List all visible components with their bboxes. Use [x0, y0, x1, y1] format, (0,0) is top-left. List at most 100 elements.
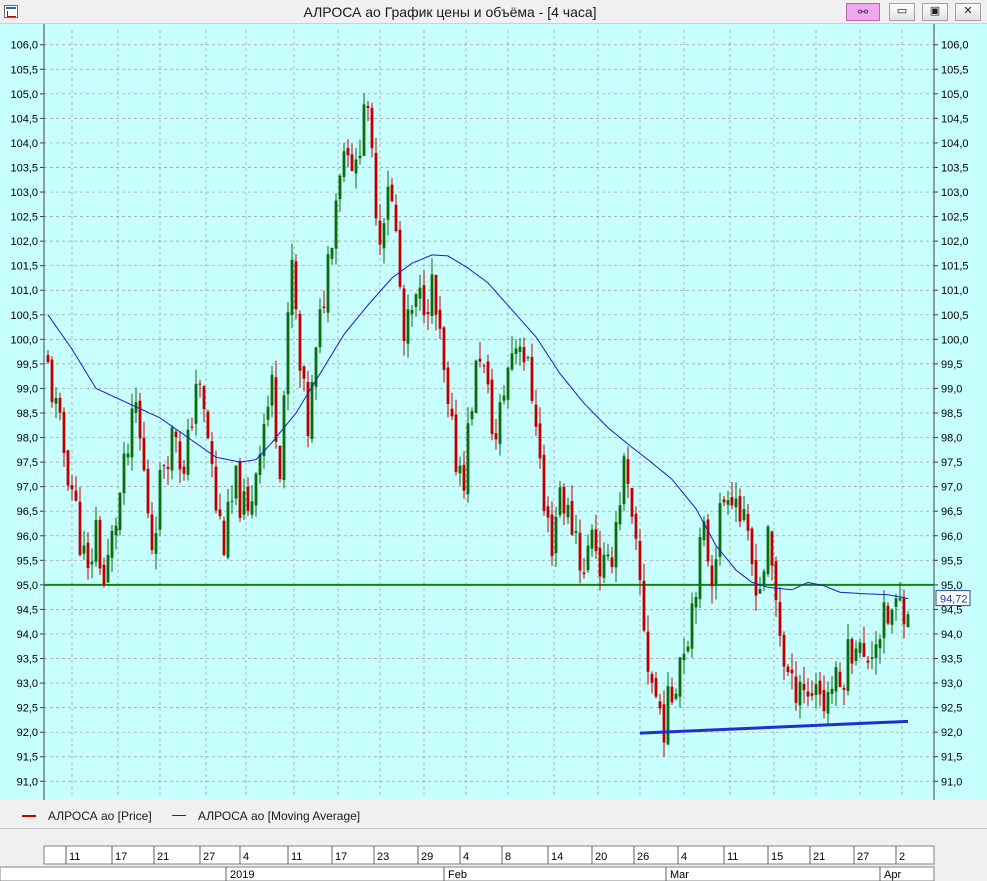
candle-body-19	[122, 453, 126, 494]
x-day-tick-label-2: 21	[157, 851, 169, 863]
candle-body-136	[590, 529, 594, 549]
candle-body-146	[630, 487, 634, 517]
candle-body-170	[726, 500, 730, 505]
candle-body-72	[334, 200, 338, 249]
y-tick-label-left-28: 105,0	[10, 89, 38, 101]
y-tick-label-right-2: 92,0	[941, 727, 962, 739]
candle-body-1	[50, 359, 54, 403]
candle-body-27	[154, 533, 158, 554]
restore-button[interactable]: ▣	[922, 3, 948, 21]
candle-body-179	[762, 571, 766, 585]
candle-body-176	[750, 528, 754, 565]
candle-body-129	[562, 486, 566, 514]
x-month-label-0: 2019	[230, 869, 254, 881]
y-tick-label-left-15: 98,5	[17, 408, 38, 420]
y-tick-label-left-7: 94,5	[17, 604, 38, 616]
y-tick-label-right-20: 101,0	[941, 285, 969, 297]
candle-body-182	[774, 561, 778, 601]
y-tick-label-left-22: 102,0	[10, 236, 38, 248]
y-tick-label-right-4: 93,0	[941, 678, 962, 690]
candle-body-205	[866, 660, 870, 663]
y-tick-label-left-3: 92,5	[17, 703, 38, 715]
candle-body-147	[634, 513, 638, 539]
y-tick-label-left-17: 99,5	[17, 359, 38, 371]
close-button[interactable]: ✕	[955, 3, 981, 21]
candle-body-64	[302, 366, 306, 379]
candle-body-155	[666, 686, 670, 745]
price-chart-area[interactable]: 91,0 91,5 92,0 92,5 93,0 93,5 94,0 94,5 95,0 95,5…	[0, 24, 987, 800]
candle-body-95	[426, 312, 430, 315]
candle-body-106	[470, 411, 474, 420]
y-tick-label-left-6: 94,0	[17, 629, 38, 641]
candle-body-131	[570, 500, 574, 535]
candle-body-169	[722, 499, 726, 503]
y-tick-label-right-26: 104,0	[941, 138, 969, 150]
candle-body-66	[310, 382, 314, 440]
candle-body-214	[902, 597, 906, 625]
candle-body-116	[510, 353, 514, 370]
minimize-button[interactable]: ▭	[889, 3, 915, 21]
candle-body-128	[558, 487, 562, 516]
link-button[interactable]: ⚯	[846, 3, 880, 21]
candle-body-38	[198, 383, 202, 385]
x-day-tick-label-0: 11	[69, 851, 80, 863]
candle-body-195	[826, 692, 830, 714]
y-tick-label-left-23: 102,5	[10, 212, 38, 224]
candle-body-32	[174, 431, 178, 438]
x-day-tick-label-4: 4	[243, 851, 249, 863]
candle-body-203	[858, 642, 862, 653]
candle-body-65	[306, 382, 310, 437]
candle-body-196	[830, 688, 834, 694]
candle-body-53	[258, 454, 262, 475]
candle-body-173	[738, 496, 742, 522]
legend-item-price[interactable]: АЛРОСА ао [Price]	[22, 809, 152, 823]
candle-body-47	[234, 465, 238, 499]
candle-body-159	[682, 653, 686, 661]
x-month-label-2: Mar	[670, 869, 689, 881]
candle-body-8	[78, 501, 82, 556]
candle-body-98	[438, 309, 442, 329]
candle-body-84	[382, 223, 386, 249]
candle-body-119	[522, 347, 526, 363]
trendline-group[interactable]	[639, 719, 909, 735]
candle-body-6	[70, 485, 74, 490]
candle-body-11	[90, 561, 94, 565]
y-tick-label-right-28: 105,0	[941, 89, 969, 101]
candle-body-92	[414, 294, 418, 307]
candle-body-166	[710, 565, 714, 587]
candle-body-78	[358, 155, 362, 159]
candle-body-101	[450, 408, 454, 417]
candle-body-39	[202, 386, 206, 410]
x-month-label-3: Apr	[884, 869, 901, 881]
candle-body-110	[486, 361, 490, 385]
x-day-tick-label-1: 17	[115, 851, 127, 863]
candle-body-80	[366, 105, 370, 108]
candle-body-57	[274, 377, 278, 442]
candle-body-14	[102, 564, 106, 585]
candle-body-200	[846, 639, 850, 692]
candle-body-104	[462, 464, 466, 491]
candle-body-24	[142, 437, 146, 471]
y-tick-label-right-1: 91,5	[941, 752, 962, 764]
legend-item-moving-average[interactable]: АЛРОСА ао [Moving Average]	[172, 809, 360, 823]
candle-body-107	[474, 360, 478, 413]
candle-body-9	[82, 545, 86, 554]
y-tick-label-right-25: 103,5	[941, 162, 969, 174]
month-ticks-track	[0, 866, 935, 881]
price-chart[interactable]: 91,0 91,5 92,0 92,5 93,0 93,5 94,0 94,5 95,0 95,5…	[0, 24, 987, 800]
candle-body-59	[282, 395, 286, 480]
candle-body-193	[818, 680, 822, 695]
y-tick-label-right-27: 104,5	[941, 113, 969, 125]
x-day-tick-label-15: 11	[727, 851, 738, 863]
y-tick-label-left-21: 101,5	[10, 261, 38, 273]
candle-body-79	[362, 104, 366, 156]
candle-body-199	[842, 687, 846, 690]
y-tick-label-left-1: 91,5	[17, 752, 38, 764]
time-axis[interactable]: 11 17 21 27 4 11 17 23 29 4 8 14 20 26 4 11 15 21 27 2 2019 F…	[0, 845, 987, 881]
legend-label-price: АЛРОСА ао [Price]	[48, 809, 152, 823]
candle-body-143	[618, 505, 622, 525]
legend-swatch-moving-average	[172, 815, 186, 817]
candle-body-158	[678, 657, 682, 697]
candle-body-34	[182, 466, 186, 474]
x-day-tick-label-14: 4	[681, 851, 687, 863]
